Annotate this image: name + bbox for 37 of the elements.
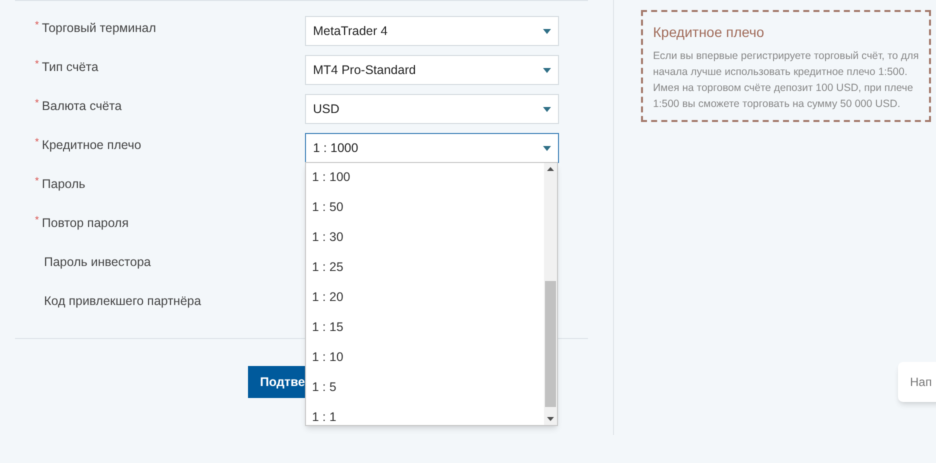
field-label: Код привлекшего партнёра (44, 293, 202, 310)
dropdown-option[interactable]: 1 : 15 (312, 313, 544, 343)
select-field[interactable]: MetaTrader 4 (305, 16, 559, 46)
required-mark: * (35, 58, 39, 72)
dropdown-option[interactable]: 1 : 50 (312, 193, 544, 223)
field-label: Пароль (42, 176, 86, 193)
dropdown-option[interactable]: 1 : 20 (312, 283, 544, 313)
chat-widget[interactable]: Нап (898, 362, 936, 402)
field-label: Торговый терминал (42, 20, 156, 37)
required-mark: * (35, 97, 39, 111)
field-label: Кредитное плечо (42, 137, 142, 154)
dropdown-option[interactable]: 1 : 10 (312, 343, 544, 373)
field-label: Пароль инвестора (44, 254, 151, 271)
select-field[interactable]: USD (305, 94, 559, 124)
dropdown-option[interactable]: 1 : 5 (312, 373, 544, 403)
info-title: Кредитное плечо (653, 23, 766, 42)
select-field[interactable]: MT4 Pro-Standard (305, 55, 559, 85)
caret-icon (543, 146, 551, 150)
field-label: Валюта счёта (42, 98, 122, 115)
field-label: Повтор пароля (42, 215, 129, 232)
field-label: Тип счёта (42, 59, 98, 76)
required-mark: * (35, 136, 39, 150)
caret-icon (543, 28, 551, 34)
scroll-down-icon[interactable] (547, 417, 554, 421)
scrollbar[interactable] (544, 163, 557, 425)
dropdown-option[interactable]: 1 : 30 (312, 223, 544, 253)
caret-icon (543, 68, 551, 72)
info-text: Если вы впервые регистрируете торговый счёт, то для начала лучше использовать кредитное плечо 1:500. Имея на торговом счёте депозит 100 USD, при плече 1:500 вы сможете торговать на сумму 50 000 USD. (653, 49, 919, 112)
scroll-up-icon[interactable] (547, 167, 554, 171)
dropdown-option[interactable]: 1 : 1 (312, 403, 544, 433)
required-mark: * (35, 214, 39, 228)
select-field[interactable]: 1 : 1000 (305, 133, 559, 163)
required-mark: * (35, 175, 39, 189)
dropdown-option[interactable]: 1 : 100 (312, 163, 544, 193)
caret-icon (543, 106, 551, 112)
required-mark: * (35, 19, 39, 33)
dropdown-option[interactable]: 1 : 25 (312, 253, 544, 283)
